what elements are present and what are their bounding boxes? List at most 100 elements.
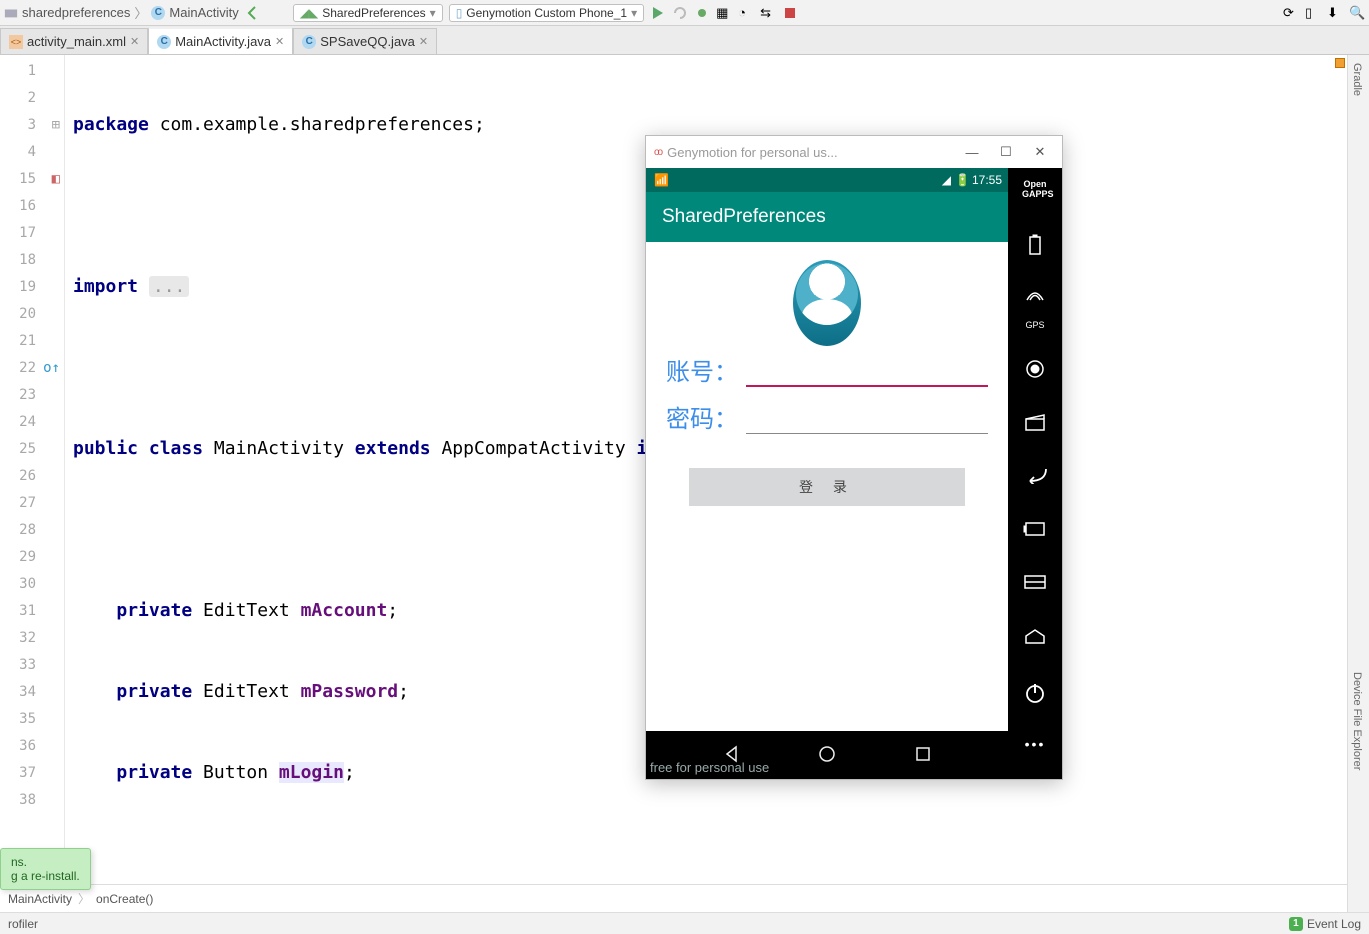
line-number: 16 [0,192,64,219]
cell-signal-icon: ◢ [942,173,951,187]
close-icon[interactable]: ✕ [419,35,428,48]
crumb-module: sharedpreferences [22,5,130,20]
line-number: 4 [0,138,64,165]
chevron-down-icon: ▾ [631,6,637,20]
line-number: 29 [0,543,64,570]
line-number: 30 [0,570,64,597]
line-number: 23 [0,381,64,408]
sdk-icon[interactable]: ⬇ [1327,5,1343,21]
maximize-icon[interactable]: ☐ [992,144,1020,160]
search-icon[interactable]: 🔍 [1349,5,1365,21]
coverage-icon[interactable]: ▦ [716,5,732,21]
close-icon[interactable]: ✕ [275,35,284,48]
device-dropdown[interactable]: ▯ Genymotion Custom Phone_1 ▾ [449,4,644,22]
run-config-dropdown[interactable]: ◢◣ SharedPreferences ▾ [293,4,443,22]
login-button[interactable]: 登 录 [689,468,966,506]
back-icon[interactable] [1022,466,1048,492]
close-icon[interactable]: ✕ [1026,144,1054,160]
open-gapps-button[interactable]: Open GAPPS [1022,180,1048,206]
chevron-icon: 〉 [78,890,90,907]
tab-main-activity-java[interactable]: C MainActivity.java ✕ [148,27,293,54]
line-number: 37 [0,759,64,786]
editor-tabs: <> activity_main.xml ✕ C MainActivity.ja… [0,26,1369,55]
minimize-icon[interactable]: — [958,145,986,160]
profiler-icon[interactable]: ◔ [738,5,754,21]
gutter-marker-icon[interactable]: ◧ [52,171,60,187]
camera-icon[interactable] [1022,358,1048,384]
gps-label: GPS [1025,320,1044,330]
line-number: 33 [0,651,64,678]
gutter: 1 2 3⊞ 4 15◧ 16 17 18 19 20 21 22o↑ 23 2… [0,55,65,884]
account-label: 账号： [666,352,738,387]
attach-debugger-icon[interactable]: ⇆ [760,5,776,21]
back-nav-icon[interactable] [245,5,261,21]
sync-icon[interactable]: ⟳ [1283,5,1299,21]
debug-icon[interactable] [694,5,710,21]
line-number: 38 [0,786,64,813]
wifi-icon: 📶 [654,173,669,187]
stop-icon[interactable] [782,5,798,21]
java-class-icon: C [302,35,316,49]
line-number: 3⊞ [0,111,64,138]
phone-screen[interactable]: 📶 ◢ 🔋 17:55 SharedPreferences 账号： 密码： [646,168,1008,779]
gps-icon[interactable] [1022,288,1048,314]
status-bar: rofiler 1 Event Log [0,912,1369,934]
chevron-icon: 〉 [134,3,147,22]
gradle-tool-window-button[interactable]: Gradle [1348,55,1366,104]
emulator-titlebar[interactable]: oo Genymotion for personal us... — ☐ ✕ [646,136,1062,168]
apply-changes-icon[interactable] [672,5,688,21]
toast-line2: g a re-install. [11,869,80,883]
multiwindow-icon[interactable] [1022,574,1048,600]
device-file-explorer-button[interactable]: Device File Explorer [1348,664,1366,778]
toast-line1: ns. [11,855,80,869]
run-icon[interactable] [650,5,666,21]
line-number: 27 [0,489,64,516]
tab-spsaveqq-java[interactable]: C SPSaveQQ.java ✕ [293,28,437,54]
emulator-sidebar: Open GAPPS GPS ••• [1008,168,1062,779]
override-icon[interactable]: o↑ [43,360,60,376]
password-label: 密码： [666,399,738,434]
android-nav-bar: free for personal use [646,731,1008,779]
xml-file-icon: <> [9,35,23,49]
app-bar: SharedPreferences [646,192,1008,242]
tab-activity-main-xml[interactable]: <> activity_main.xml ✕ [0,28,148,54]
rotate-icon[interactable] [1022,520,1048,546]
avatar-icon [793,260,861,346]
fold-icon[interactable]: ⊞ [52,117,60,133]
main-toolbar: sharedpreferences 〉 C MainActivity ◢◣ Sh… [0,0,1369,26]
tab-label: MainActivity.java [175,34,271,49]
import-fold[interactable]: ... [149,276,190,297]
power-icon[interactable] [1022,682,1048,708]
avd-icon[interactable]: ▯ [1305,5,1321,21]
chevron-down-icon: ▾ [430,6,436,20]
recents-nav-icon[interactable] [913,744,933,767]
home-nav-icon[interactable] [817,744,837,767]
clapper-icon[interactable] [1022,412,1048,438]
account-input[interactable] [746,363,988,387]
more-icon[interactable]: ••• [1022,736,1048,762]
nav-breadcrumb[interactable]: sharedpreferences 〉 C MainActivity [4,3,239,22]
install-toast: ns. g a re-install. [0,848,91,890]
line-number: 34 [0,678,64,705]
emulator-window: oo Genymotion for personal us... — ☐ ✕ 📶… [645,135,1063,780]
password-input[interactable] [746,410,988,434]
folder-icon [4,6,18,20]
event-log-button[interactable]: 1 Event Log [1289,917,1361,931]
close-icon[interactable]: ✕ [130,35,139,48]
line-number: 2 [0,84,64,111]
line-number: 20 [0,300,64,327]
home-icon[interactable] [1022,628,1048,654]
line-number: 25 [0,435,64,462]
error-stripe-marker[interactable] [1335,58,1345,68]
line-number: 15◧ [0,165,64,192]
right-tool-strip: Gradle Device File Explorer [1347,55,1369,912]
line-number: 24 [0,408,64,435]
device-label: Genymotion Custom Phone_1 [466,6,627,20]
line-number: 32 [0,624,64,651]
line-number: 22o↑ [0,354,64,381]
battery-icon[interactable] [1022,234,1048,260]
line-number: 18 [0,246,64,273]
editor-breadcrumb[interactable]: MainActivity 〉 onCreate() [0,884,1369,912]
line-number: 21 [0,327,64,354]
tab-label: activity_main.xml [27,34,126,49]
